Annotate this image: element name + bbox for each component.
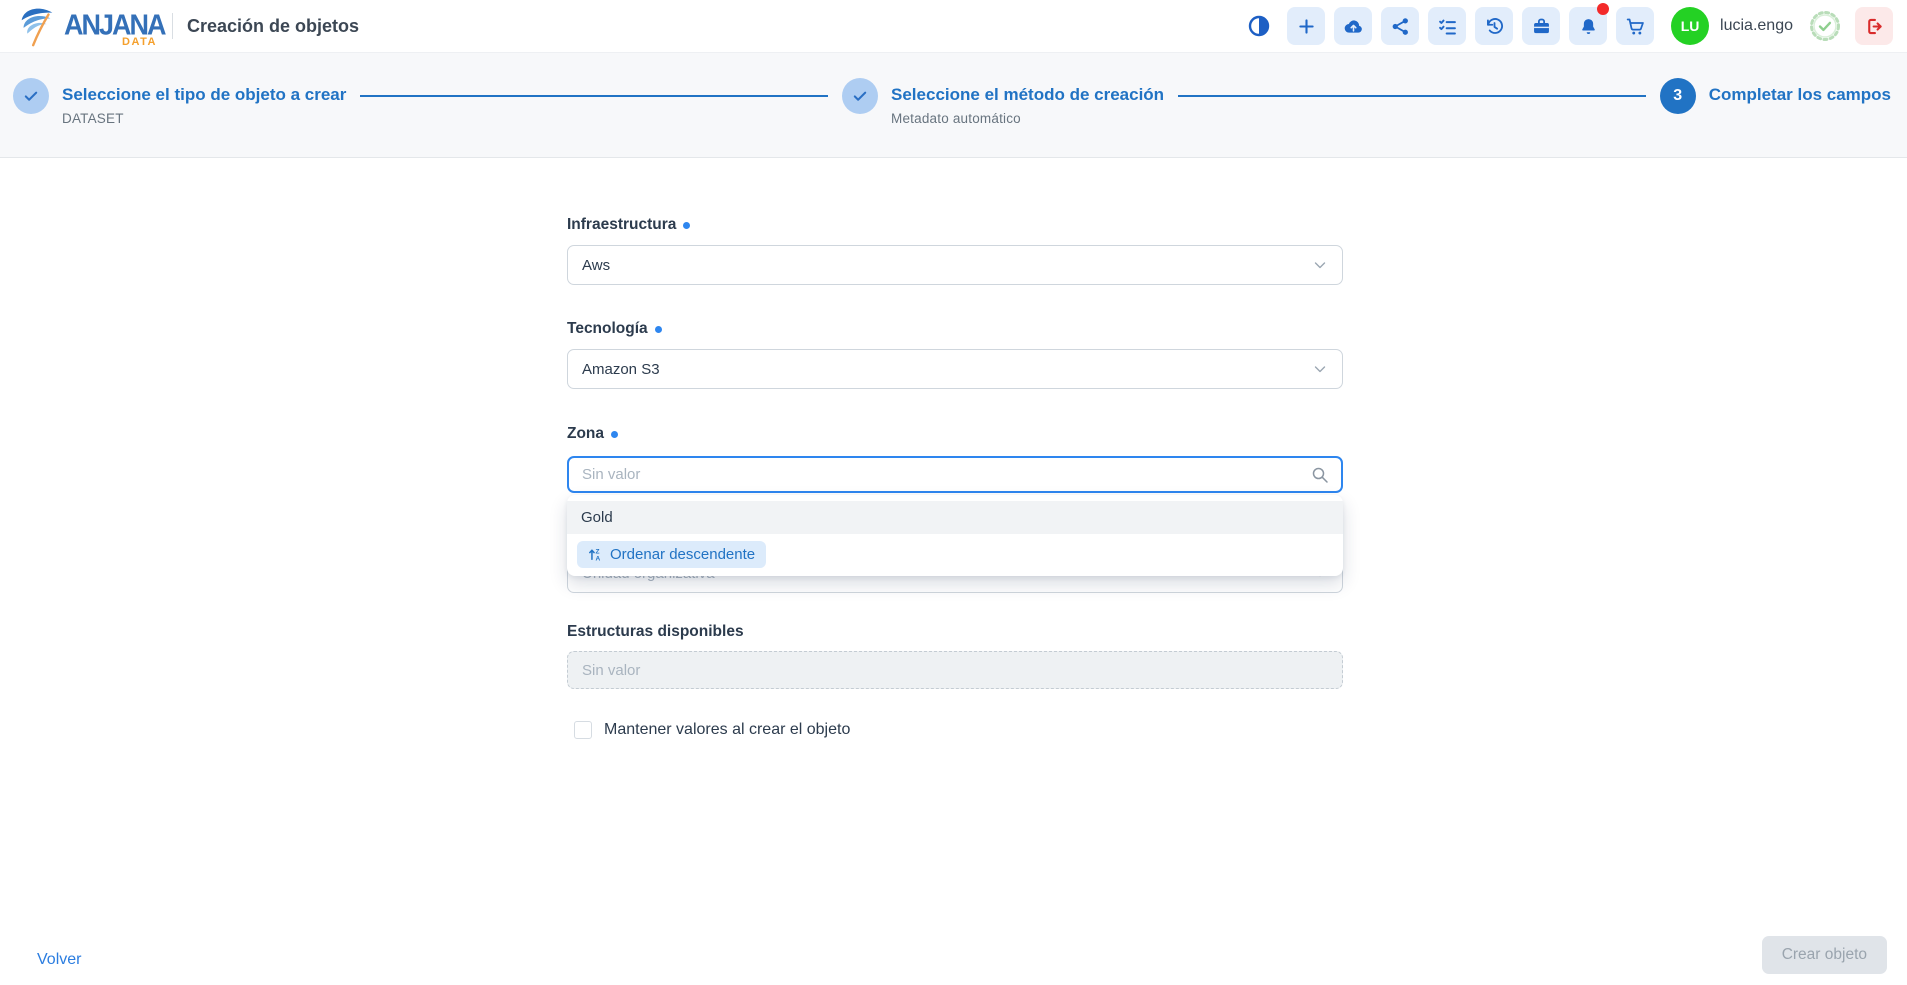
share-nodes-icon <box>1390 16 1411 37</box>
step-2-check-icon <box>842 78 878 114</box>
required-dot <box>683 222 690 229</box>
bell-icon <box>1578 16 1599 37</box>
history-icon <box>1484 16 1505 37</box>
infraestructura-label-text: Infraestructura <box>567 216 676 234</box>
tecnologia-value: Amazon S3 <box>582 361 660 378</box>
lineage-button[interactable] <box>1381 7 1419 45</box>
tecnologia-label-text: Tecnología <box>567 320 648 338</box>
plus-icon <box>1296 16 1317 37</box>
notification-badge <box>1597 3 1609 15</box>
back-link[interactable]: Volver <box>37 951 81 969</box>
keep-values-label: Mantener valores al crear el objeto <box>604 721 850 739</box>
history-button[interactable] <box>1475 7 1513 45</box>
logout-button[interactable] <box>1855 7 1893 45</box>
anjana-swoosh-icon <box>14 3 60 49</box>
sort-alpha-desc-icon: Z A <box>588 547 603 562</box>
add-button[interactable] <box>1287 7 1325 45</box>
app-header: ANJANA DATA Creación de objetos <box>0 0 1907 53</box>
form-area: Infraestructura Aws Tecnología Amazon S3… <box>0 159 1907 985</box>
page-title: Creación de objetos <box>187 16 359 37</box>
search-icon <box>1311 466 1329 484</box>
create-object-button[interactable]: Crear objeto <box>1762 936 1887 974</box>
tasks-button[interactable] <box>1428 7 1466 45</box>
estructuras-disabled-input: Sin valor <box>567 651 1343 689</box>
zona-option-gold[interactable]: Gold <box>567 501 1343 534</box>
header-divider <box>172 13 173 39</box>
contrast-icon[interactable] <box>1246 13 1272 39</box>
zona-label-text: Zona <box>567 425 604 443</box>
user-avatar[interactable]: LU <box>1671 7 1709 45</box>
tecnologia-select[interactable]: Amazon S3 <box>567 349 1343 389</box>
notifications-button[interactable] <box>1569 7 1607 45</box>
infraestructura-select[interactable]: Aws <box>567 245 1343 285</box>
sort-row: Z A Ordenar descendente <box>567 534 1343 568</box>
stepper: Seleccione el tipo de objeto a crear DAT… <box>0 53 1907 158</box>
username: lucia.engo <box>1720 17 1793 35</box>
sort-descending-button[interactable]: Z A Ordenar descendente <box>577 541 766 568</box>
step-connector-2 <box>1178 95 1646 97</box>
chevron-down-icon <box>1312 257 1328 273</box>
brand-subname: DATA <box>122 36 157 48</box>
verified-badge-icon <box>1808 9 1842 43</box>
step-connector-1 <box>360 95 828 97</box>
required-dot <box>611 431 618 438</box>
infraestructura-value: Aws <box>582 257 610 274</box>
sign-out-icon <box>1864 16 1885 37</box>
tecnologia-label: Tecnología <box>567 320 662 338</box>
cart-button[interactable] <box>1616 7 1654 45</box>
required-dot <box>655 326 662 333</box>
toolbox-button[interactable] <box>1522 7 1560 45</box>
checkbox-unchecked-icon[interactable] <box>574 721 592 739</box>
app-root: ANJANA DATA Creación de objetos <box>0 0 1907 985</box>
estructuras-label-text: Estructuras disponibles <box>567 623 744 641</box>
brand-logo[interactable]: ANJANA DATA <box>14 3 166 49</box>
step-3[interactable]: 3 Completar los campos <box>1660 78 1891 114</box>
step-3-title: Completar los campos <box>1709 84 1891 106</box>
svg-text:A: A <box>596 556 601 562</box>
step-1-subtitle: DATASET <box>62 111 346 126</box>
step-1-title: Seleccione el tipo de objeto a crear <box>62 84 346 106</box>
infraestructura-label: Infraestructura <box>567 216 690 234</box>
keep-values-checkbox-row[interactable]: Mantener valores al crear el objeto <box>574 721 850 739</box>
zona-dropdown: Gold Z A Ordenar descendente <box>567 495 1343 576</box>
step-2-title: Seleccione el método de creación <box>891 84 1164 106</box>
svg-text:Z: Z <box>596 549 600 556</box>
briefcase-icon <box>1531 16 1552 37</box>
form-column: Infraestructura Aws Tecnología Amazon S3… <box>567 159 1343 985</box>
step-2-subtitle: Metadato automático <box>891 111 1164 126</box>
upload-button[interactable] <box>1334 7 1372 45</box>
step-3-number: 3 <box>1660 78 1696 114</box>
brand-text: ANJANA DATA <box>64 4 166 48</box>
zona-label: Zona <box>567 425 618 443</box>
zona-search-input[interactable] <box>567 456 1343 493</box>
step-1-check-icon <box>13 78 49 114</box>
checklist-icon <box>1437 16 1458 37</box>
chevron-down-icon <box>1312 361 1328 377</box>
step-2[interactable]: Seleccione el método de creación Metadat… <box>842 78 1164 126</box>
cloud-upload-icon <box>1343 16 1364 37</box>
header-toolbar: LU lucia.engo <box>1246 7 1893 45</box>
estructuras-label: Estructuras disponibles <box>567 623 744 641</box>
estructuras-placeholder: Sin valor <box>582 662 640 679</box>
cart-icon <box>1625 16 1646 37</box>
sort-descending-label: Ordenar descendente <box>610 546 755 563</box>
step-1[interactable]: Seleccione el tipo de objeto a crear DAT… <box>13 78 346 126</box>
